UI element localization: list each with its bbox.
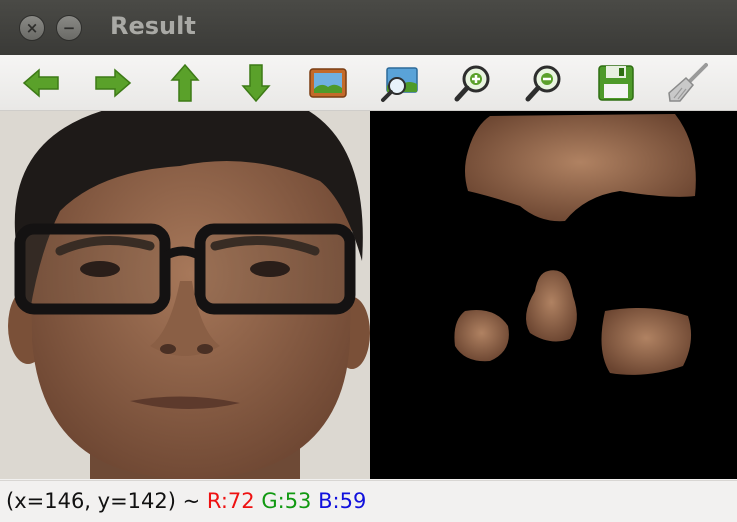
zoom-out-icon xyxy=(525,65,561,102)
close-button[interactable]: × xyxy=(19,15,45,41)
properties-button[interactable] xyxy=(666,62,708,104)
green-value: G:53 xyxy=(261,489,312,513)
toolbar xyxy=(0,55,737,111)
minimize-button[interactable]: − xyxy=(56,15,82,41)
pan-right-icon xyxy=(95,68,132,98)
zoom-fit-button[interactable] xyxy=(307,62,349,104)
pan-down-button[interactable] xyxy=(235,62,277,104)
skin-mask-view xyxy=(370,111,737,479)
zoom-image-button[interactable] xyxy=(379,62,421,104)
save-icon xyxy=(598,65,634,101)
cursor-coords: (x=146, y=142) ~ xyxy=(6,489,207,513)
window-title: Result xyxy=(110,12,196,40)
pan-down-icon xyxy=(241,64,271,103)
zoom-out-button[interactable] xyxy=(523,62,565,104)
pan-up-icon xyxy=(170,63,200,102)
title-bar[interactable]: × − Result xyxy=(0,0,737,55)
face-photo xyxy=(0,111,370,479)
image-canvas[interactable] xyxy=(0,111,737,479)
save-button[interactable] xyxy=(595,62,637,104)
zoom-fit-icon xyxy=(309,68,347,98)
zoom-in-button[interactable] xyxy=(452,62,494,104)
zoom-image-icon xyxy=(381,67,418,102)
pan-left-icon xyxy=(22,68,59,98)
blue-value: B:59 xyxy=(318,489,367,513)
pan-left-button[interactable] xyxy=(20,62,62,104)
zoom-in-icon xyxy=(454,65,490,102)
red-value: R:72 xyxy=(206,489,255,513)
status-bar: (x=146, y=142) ~ R:72 G:53 B:59 xyxy=(0,480,737,522)
properties-icon xyxy=(668,63,708,102)
pan-right-button[interactable] xyxy=(92,62,134,104)
result-window: × − Result (x=146, y=142) ~ R:72 G:53 B:… xyxy=(0,0,737,522)
pan-up-button[interactable] xyxy=(164,62,206,104)
